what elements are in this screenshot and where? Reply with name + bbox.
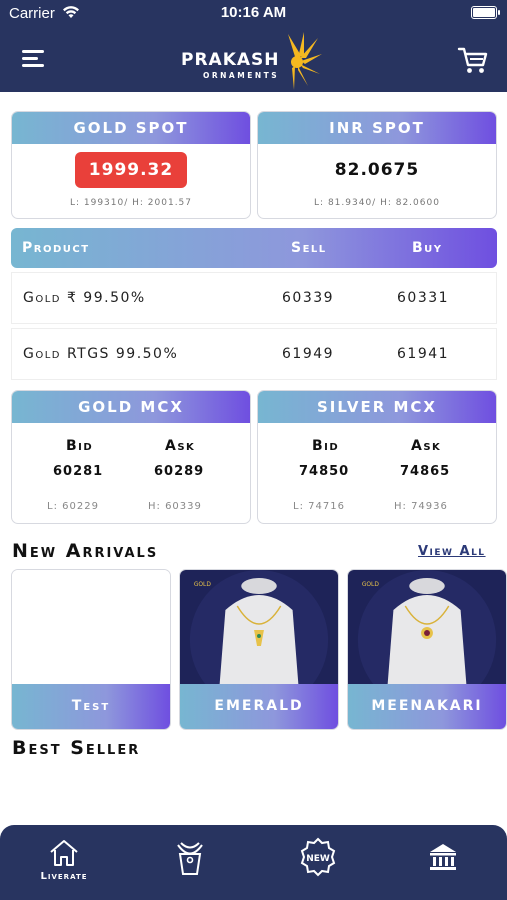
product-sell: 60339 <box>282 290 335 306</box>
product-name: Gold RTGS 99.50% <box>23 346 179 362</box>
buy-column-header: Buy <box>412 240 443 256</box>
product-row[interactable]: Gold ₹ 99.50% 60339 60331 <box>11 272 497 324</box>
hamburger-menu-button[interactable] <box>22 48 48 70</box>
svg-text:GOLD: GOLD <box>362 581 380 588</box>
product-table-header: Product Sell Buy <box>11 228 497 268</box>
logo-text: PRAKASH <box>181 50 280 70</box>
product-card-label: EMERALD <box>180 684 338 729</box>
bottom-navigation: Liverate NEW <box>0 825 507 900</box>
necklace-product-image: GOLD <box>180 570 338 686</box>
battery-icon <box>471 6 500 19</box>
bank-icon <box>430 844 456 870</box>
silver-ask-label: Ask <box>411 438 442 454</box>
gold-ask-label: Ask <box>165 438 196 454</box>
product-card-label: Test <box>12 684 170 729</box>
product-image-placeholder <box>12 570 170 686</box>
brand-logo: PRAKASH ORNAMENTS <box>181 30 331 90</box>
gold-spot-value: 1999.32 <box>75 152 187 188</box>
silver-mcx-high: H: 74936 <box>394 501 448 512</box>
inr-spot-value: 82.0675 <box>334 160 420 180</box>
gold-mcx-low: L: 60229 <box>47 501 99 512</box>
gold-bid-value: 60281 <box>53 464 104 479</box>
clock: 10:16 AM <box>220 4 287 21</box>
gold-spot-low-high: L: 199310/ H: 2001.57 <box>69 198 193 208</box>
svg-text:GOLD: GOLD <box>194 581 212 588</box>
app-screen: Carrier 10:16 AM PRAKASH ORNAMENTS GOLD … <box>0 0 507 900</box>
product-name: Gold ₹ 99.50% <box>23 290 146 306</box>
home-icon <box>50 840 78 866</box>
silver-mcx-title: SILVER MCX <box>258 391 496 423</box>
silver-bid-label: Bid <box>312 438 340 454</box>
inr-spot-low-high: L: 81.9340/ H: 82.0600 <box>314 198 440 208</box>
product-buy: 60331 <box>397 290 450 306</box>
necklace-product-image: GOLD <box>348 570 506 686</box>
silver-mcx-low: L: 74716 <box>293 501 345 512</box>
new-arrivals-title: New Arrivals <box>12 540 159 562</box>
gold-ask-value: 60289 <box>154 464 205 479</box>
gold-spot-card: GOLD SPOT 1999.32 L: 199310/ H: 2001.57 <box>11 111 251 219</box>
gold-mcx-title: GOLD MCX <box>12 391 250 423</box>
gold-mcx-high: H: 60339 <box>148 501 202 512</box>
cart-icon[interactable] <box>457 44 489 76</box>
product-card-meenakari[interactable]: GOLD MEENAKARI <box>347 569 507 730</box>
necklace-icon <box>177 842 203 875</box>
view-all-link[interactable]: View All <box>418 544 486 559</box>
product-column-header: Product <box>22 240 90 256</box>
product-card-emerald[interactable]: GOLD EMERALD <box>179 569 339 730</box>
nav-jewellery[interactable] <box>150 835 230 895</box>
product-card-test[interactable]: Test <box>11 569 171 730</box>
gold-spot-title: GOLD SPOT <box>12 112 250 144</box>
nav-new-arrivals[interactable]: NEW <box>278 835 358 895</box>
silver-mcx-card: SILVER MCX Bid Ask 74850 74865 L: 74716 … <box>257 390 497 524</box>
product-sell: 61949 <box>282 346 335 362</box>
silver-bid-value: 74850 <box>299 464 350 479</box>
gold-mcx-card: GOLD MCX Bid Ask 60281 60289 L: 60229 H:… <box>11 390 251 524</box>
new-badge-icon: NEW <box>300 837 336 877</box>
sun-logo-icon <box>288 32 322 90</box>
product-card-label: MEENAKARI <box>348 684 506 729</box>
nav-bank[interactable] <box>403 835 483 895</box>
svg-text:NEW: NEW <box>306 854 330 864</box>
logo-subtext: ORNAMENTS <box>203 71 280 80</box>
gold-bid-label: Bid <box>66 438 94 454</box>
sell-column-header: Sell <box>291 240 327 256</box>
inr-spot-title: INR SPOT <box>258 112 496 144</box>
nav-label: Liverate <box>40 871 88 882</box>
nav-liverate[interactable]: Liverate <box>24 835 104 895</box>
status-bar: Carrier 10:16 AM <box>0 0 507 28</box>
product-buy: 61941 <box>397 346 450 362</box>
app-header: Carrier 10:16 AM PRAKASH ORNAMENTS <box>0 0 507 92</box>
inr-spot-card: INR SPOT 82.0675 L: 81.9340/ H: 82.0600 <box>257 111 497 219</box>
best-seller-title: Best Seller <box>12 737 141 759</box>
product-row[interactable]: Gold RTGS 99.50% 61949 61941 <box>11 328 497 380</box>
silver-ask-value: 74865 <box>400 464 451 479</box>
